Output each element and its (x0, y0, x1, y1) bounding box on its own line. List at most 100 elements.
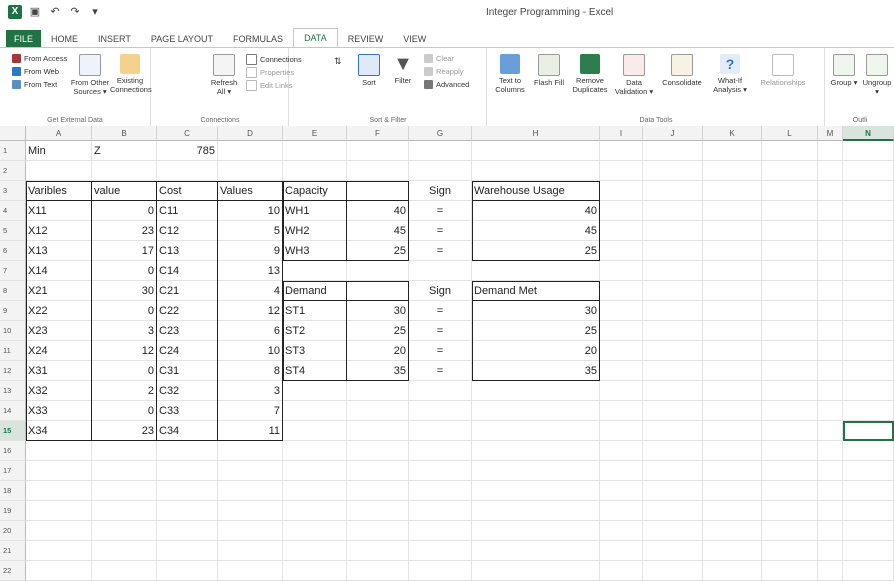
cell-c11[interactable]: C24 (157, 341, 218, 361)
cell-e1[interactable] (283, 141, 347, 161)
tab-home[interactable]: HOME (41, 30, 88, 48)
cell-e10[interactable]: ST2 (283, 321, 347, 341)
select-all-corner[interactable] (0, 126, 26, 141)
cell-b3[interactable]: value (92, 181, 157, 201)
cell-m12[interactable] (818, 361, 843, 381)
cell-e20[interactable] (283, 521, 347, 541)
cell-k14[interactable] (703, 401, 762, 421)
cell-c18[interactable] (157, 481, 218, 501)
cell-m13[interactable] (818, 381, 843, 401)
cell-g4[interactable]: = (409, 201, 472, 221)
properties-button[interactable]: Properties (246, 67, 294, 78)
cell-b4[interactable]: 0 (92, 201, 157, 221)
worksheet-grid[interactable]: A B C D E F G H I J K L M N 1 Min Z 785 2 3 Varibles value Cos… (0, 126, 894, 581)
cell-a8[interactable]: X21 (26, 281, 92, 301)
sort-az-button[interactable]: ⇅ (334, 56, 342, 67)
row-header-17[interactable]: 17 (0, 461, 26, 481)
cell-a9[interactable]: X22 (26, 301, 92, 321)
cell-i9[interactable] (600, 301, 643, 321)
cell-n17[interactable] (843, 461, 894, 481)
cell-k15[interactable] (703, 421, 762, 441)
cell-m21[interactable] (818, 541, 843, 561)
cell-a17[interactable] (26, 461, 92, 481)
cell-e14[interactable] (283, 401, 347, 421)
flash-fill-button[interactable]: Flash Fill (534, 54, 564, 87)
cell-m1[interactable] (818, 141, 843, 161)
cell-l17[interactable] (762, 461, 818, 481)
cell-b2[interactable] (92, 161, 157, 181)
cell-a7[interactable]: X14 (26, 261, 92, 281)
cell-k9[interactable] (703, 301, 762, 321)
advanced-button[interactable]: Advanced (424, 80, 469, 89)
cell-d3[interactable]: Values (218, 181, 283, 201)
cell-g3[interactable]: Sign (409, 181, 472, 201)
cell-k22[interactable] (703, 561, 762, 581)
column-header-c[interactable]: C (157, 126, 218, 141)
cell-g14[interactable] (409, 401, 472, 421)
cell-m8[interactable] (818, 281, 843, 301)
cell-k13[interactable] (703, 381, 762, 401)
cell-d14[interactable]: 7 (218, 401, 283, 421)
clear-button[interactable]: Clear (424, 54, 454, 63)
cell-k11[interactable] (703, 341, 762, 361)
cell-g22[interactable] (409, 561, 472, 581)
cell-h15[interactable] (472, 421, 600, 441)
cell-b6[interactable]: 17 (92, 241, 157, 261)
cell-i8[interactable] (600, 281, 643, 301)
cell-h20[interactable] (472, 521, 600, 541)
column-header-h[interactable]: H (472, 126, 600, 141)
cell-e5[interactable]: WH2 (283, 221, 347, 241)
cell-f21[interactable] (347, 541, 409, 561)
cell-e22[interactable] (283, 561, 347, 581)
cell-d5[interactable]: 5 (218, 221, 283, 241)
cell-d2[interactable] (218, 161, 283, 181)
cell-h13[interactable] (472, 381, 600, 401)
row-header-9[interactable]: 9 (0, 301, 26, 321)
cell-j3[interactable] (643, 181, 703, 201)
cell-d6[interactable]: 9 (218, 241, 283, 261)
cell-n4[interactable] (843, 201, 894, 221)
cell-n18[interactable] (843, 481, 894, 501)
row-header-1[interactable]: 1 (0, 141, 26, 161)
cell-h11[interactable]: 20 (472, 341, 600, 361)
active-cell-selection[interactable] (843, 421, 894, 441)
cell-d21[interactable] (218, 541, 283, 561)
from-other-sources-button[interactable]: From Other Sources ▾ (70, 54, 110, 96)
relationships-button[interactable]: Relationships (756, 54, 810, 87)
cell-a4[interactable]: X11 (26, 201, 92, 221)
cell-b13[interactable]: 2 (92, 381, 157, 401)
cell-g21[interactable] (409, 541, 472, 561)
what-if-analysis-button[interactable]: ? What-If Analysis ▾ (708, 54, 752, 94)
cell-d22[interactable] (218, 561, 283, 581)
cell-j15[interactable] (643, 421, 703, 441)
cell-g12[interactable]: = (409, 361, 472, 381)
cell-c22[interactable] (157, 561, 218, 581)
cell-c4[interactable]: C11 (157, 201, 218, 221)
cell-k5[interactable] (703, 221, 762, 241)
cell-c15[interactable]: C34 (157, 421, 218, 441)
cell-c6[interactable]: C13 (157, 241, 218, 261)
cell-b16[interactable] (92, 441, 157, 461)
cell-c8[interactable]: C21 (157, 281, 218, 301)
cell-c14[interactable]: C33 (157, 401, 218, 421)
cell-l1[interactable] (762, 141, 818, 161)
cell-j8[interactable] (643, 281, 703, 301)
cell-c21[interactable] (157, 541, 218, 561)
cell-a18[interactable] (26, 481, 92, 501)
cell-a12[interactable]: X31 (26, 361, 92, 381)
cell-a2[interactable] (26, 161, 92, 181)
cell-i7[interactable] (600, 261, 643, 281)
cell-m17[interactable] (818, 461, 843, 481)
row-header-21[interactable]: 21 (0, 541, 26, 561)
cell-a1[interactable]: Min (26, 141, 92, 161)
row-header-18[interactable]: 18 (0, 481, 26, 501)
from-access-button[interactable]: From Access (12, 54, 67, 63)
cell-m22[interactable] (818, 561, 843, 581)
cell-k17[interactable] (703, 461, 762, 481)
cell-d13[interactable]: 3 (218, 381, 283, 401)
cell-n13[interactable] (843, 381, 894, 401)
redo-icon[interactable]: ↷ (68, 5, 82, 19)
cell-i15[interactable] (600, 421, 643, 441)
cell-c19[interactable] (157, 501, 218, 521)
cell-j2[interactable] (643, 161, 703, 181)
